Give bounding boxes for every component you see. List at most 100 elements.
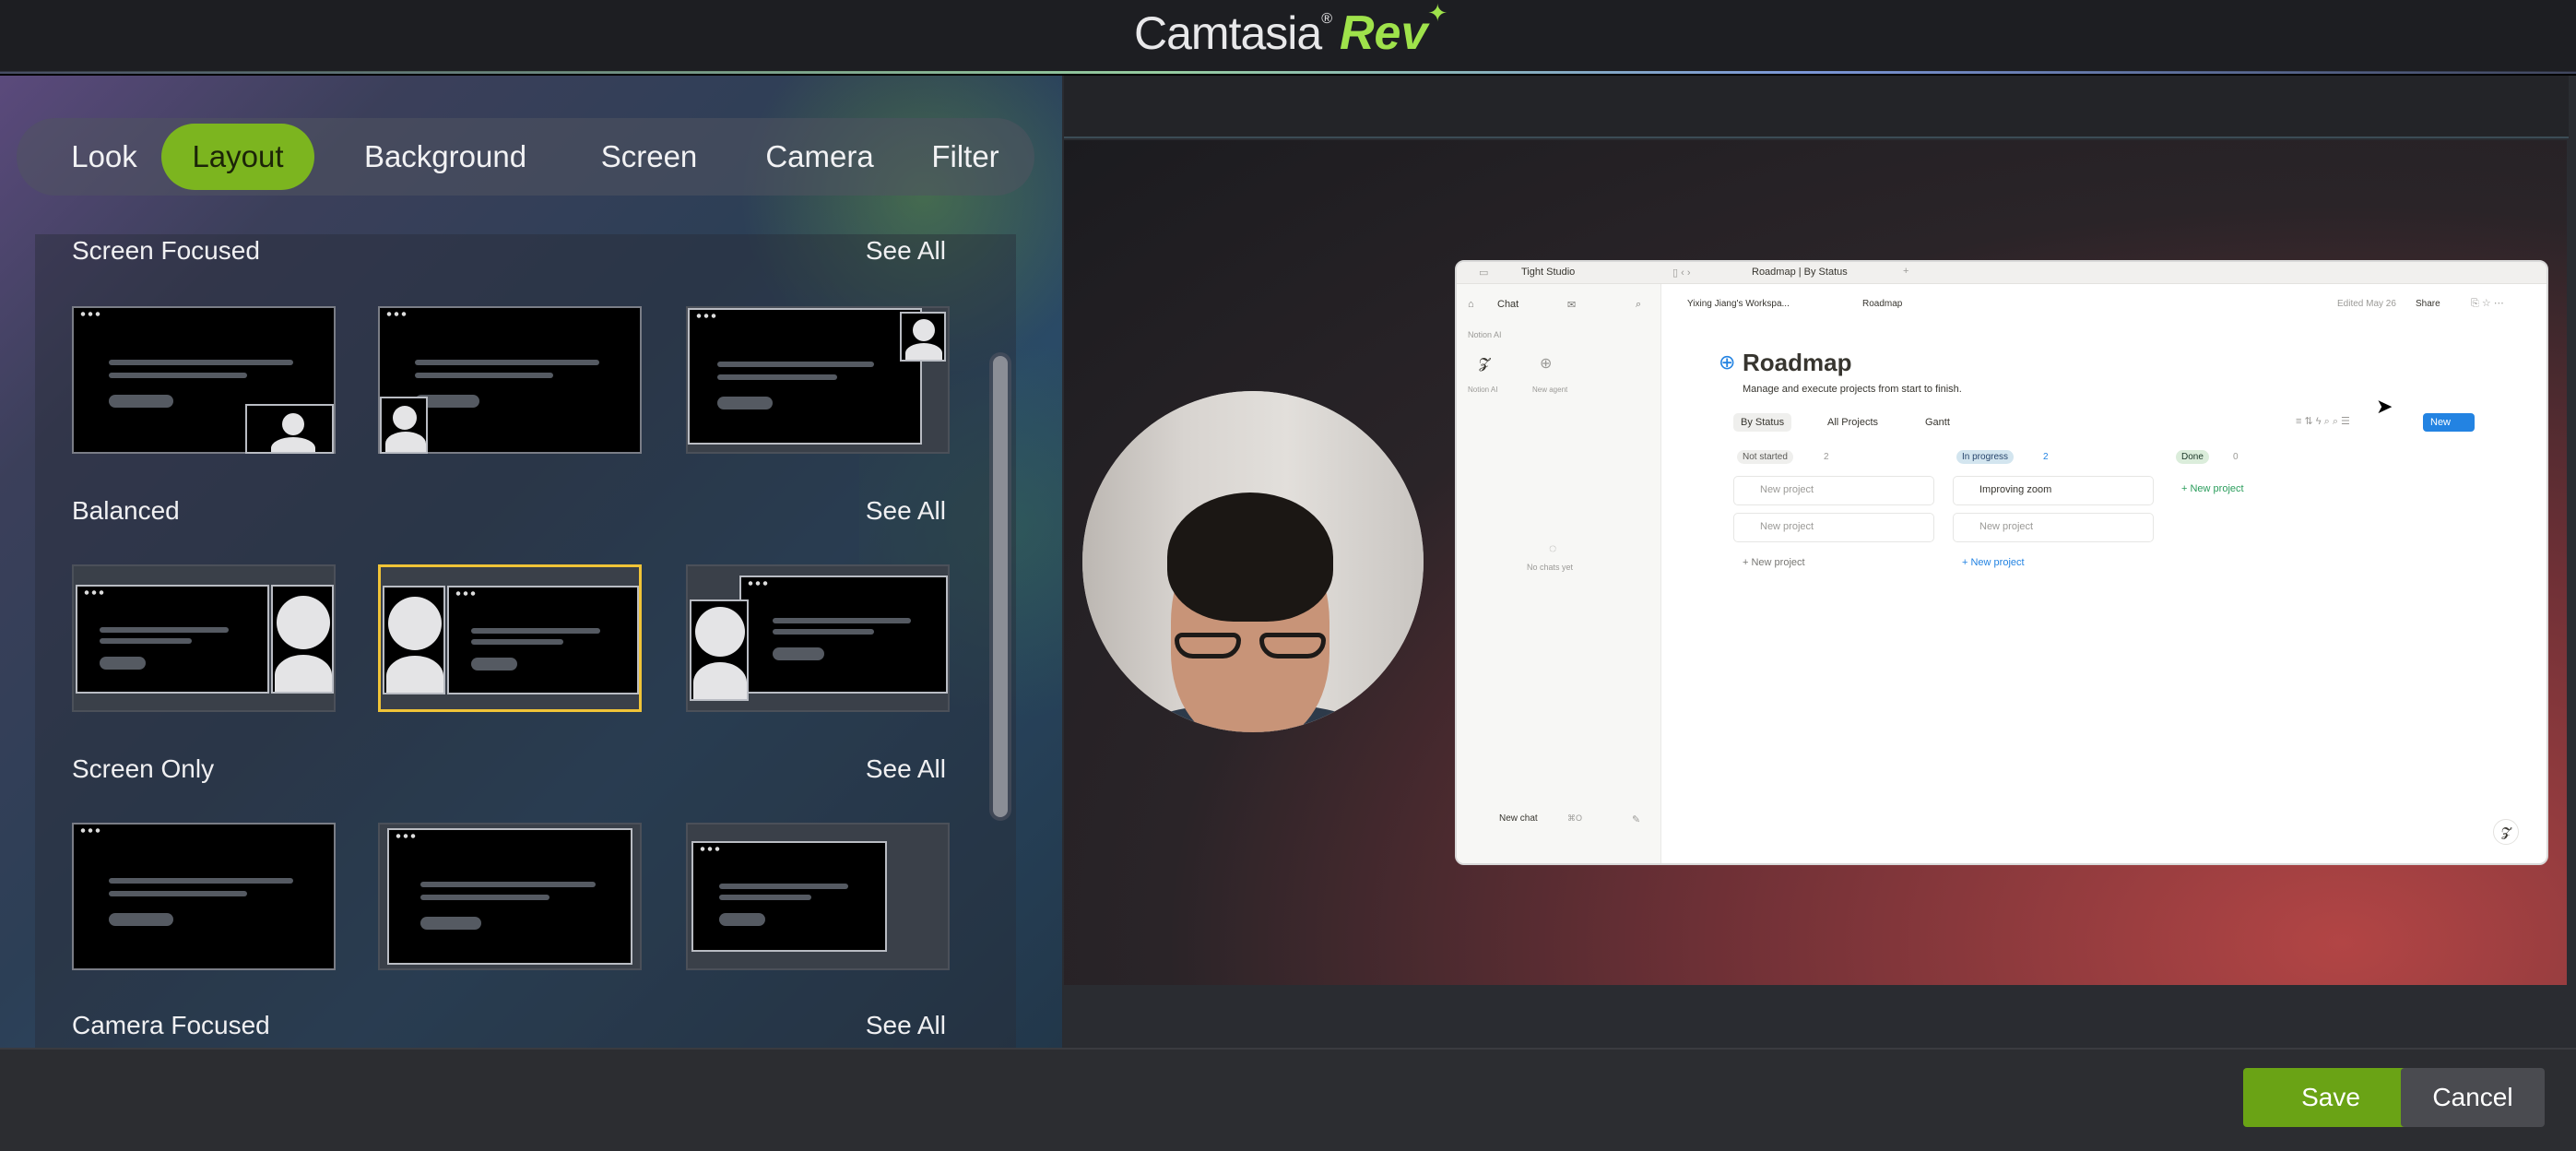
workspace-name: Tight Studio bbox=[1521, 267, 1576, 278]
layout-thumb-balanced-cam-overlap[interactable] bbox=[686, 564, 950, 712]
layout-library: Screen Focused See All Balanced See All … bbox=[35, 234, 1016, 1048]
inbox-icon: ✉ bbox=[1567, 300, 1577, 311]
tab-layout[interactable]: Layout bbox=[161, 124, 314, 190]
thumb-screen bbox=[387, 828, 632, 965]
layout-thumb-screen-cam-top-right[interactable] bbox=[686, 306, 950, 454]
thumb-camera bbox=[271, 585, 334, 694]
layout-panel: Look Layout Background Screen Camera Fil… bbox=[0, 76, 1062, 1048]
no-chats-text: No chats yet bbox=[1527, 563, 1574, 572]
column-not-started: Not started 2 New project New project + … bbox=[1733, 446, 1940, 585]
webcam-hair bbox=[1167, 492, 1333, 622]
search-icon: ⌕ bbox=[1636, 299, 1642, 310]
breadcrumb-page: Roadmap bbox=[1862, 299, 1903, 309]
preview-panel: ▭ Tight Studio ▯ ‹ › Roadmap | By Status… bbox=[1062, 76, 2576, 1048]
title-bar: Camtasia ® Rev ✦ bbox=[0, 0, 2576, 74]
roadmap-icon: ⊕ bbox=[1719, 350, 1736, 374]
thumb-screen bbox=[688, 308, 922, 445]
tab-background[interactable]: Background bbox=[335, 118, 556, 196]
title-glow-divider bbox=[0, 71, 2576, 74]
screen-recording-notion[interactable]: ▭ Tight Studio ▯ ‹ › Roadmap | By Status… bbox=[1455, 260, 2548, 865]
add-project-link: + New project bbox=[1962, 557, 2025, 568]
tab-screen[interactable]: Screen bbox=[566, 118, 732, 196]
status-badge: Done bbox=[2176, 450, 2209, 464]
layout-thumb-screen-only-inset[interactable] bbox=[378, 823, 642, 970]
see-all-screen-only[interactable]: See All bbox=[866, 754, 946, 784]
save-button[interactable]: Save bbox=[2243, 1068, 2418, 1127]
tab-camera[interactable]: Camera bbox=[732, 118, 907, 196]
add-project-link: + New project bbox=[2181, 483, 2244, 494]
preview-toolbar-area bbox=[1064, 76, 2569, 138]
panel-tabs: Look Layout Background Screen Camera Fil… bbox=[17, 118, 1034, 196]
layout-thumb-screen-only-full[interactable] bbox=[72, 823, 336, 970]
action-bar: Save Cancel bbox=[0, 1048, 2576, 1151]
column-in-progress: In progress 2 Improving zoom New project… bbox=[1953, 446, 2159, 585]
nav-arrows-icon: ▯ ‹ › bbox=[1672, 267, 1691, 279]
thumb-screen bbox=[74, 825, 334, 968]
section-title-camera-focused: Camera Focused bbox=[72, 1011, 270, 1039]
project-card: New project bbox=[1953, 513, 2154, 542]
view-all-projects: All Projects bbox=[1827, 417, 1879, 428]
see-all-screen-focused[interactable]: See All bbox=[866, 236, 946, 266]
layout-thumb-screen-cam-bottom-left[interactable] bbox=[378, 306, 642, 454]
layout-thumb-balanced-cam-right[interactable] bbox=[72, 564, 336, 712]
thumb-camera bbox=[380, 397, 428, 454]
breadcrumb-workspace: Yixing Jiang's Workspa... bbox=[1687, 299, 1790, 309]
sparkle-icon: ✦ bbox=[1427, 0, 1448, 27]
status-count: 2 bbox=[1824, 452, 1829, 462]
logo-brand: Camtasia bbox=[1134, 7, 1322, 59]
preview-footer-area bbox=[1062, 985, 2576, 1048]
see-all-balanced[interactable]: See All bbox=[866, 496, 946, 526]
notion-tabbar: ▭ Tight Studio ▯ ‹ › Roadmap | By Status… bbox=[1457, 262, 2546, 284]
thumb-camera bbox=[900, 312, 946, 362]
share-button: Share bbox=[2416, 299, 2440, 309]
view-gantt: Gantt bbox=[1925, 417, 1950, 428]
notion-page-subtitle: Manage and execute projects from start t… bbox=[1743, 384, 1962, 395]
status-count: 2 bbox=[2043, 452, 2049, 462]
layout-thumb-screen-only-small[interactable] bbox=[686, 823, 950, 970]
column-done: Done 0 + New project bbox=[2172, 446, 2379, 585]
database-tool-icons: ≡ ⇅ ϟ ⌕ ⌕ ☰ bbox=[2296, 416, 2350, 427]
tab-filter[interactable]: Filter bbox=[905, 118, 1025, 196]
new-agent-label: New agent bbox=[1532, 386, 1568, 394]
camtasia-rev-logo: Camtasia ® Rev ✦ bbox=[1134, 0, 1448, 61]
section-title-screen-only: Screen Only bbox=[72, 754, 215, 783]
library-scrollbar-thumb[interactable] bbox=[993, 356, 1008, 817]
mouse-cursor-icon: ➤ bbox=[2376, 395, 2393, 418]
new-chat-shortcut: ⌘O bbox=[1567, 813, 1583, 823]
edited-date: Edited May 26 bbox=[2337, 299, 2396, 309]
sidebar-toggle-icon: ▭ bbox=[1479, 267, 1489, 279]
section-title-balanced: Balanced bbox=[72, 496, 180, 525]
tab-look[interactable]: Look bbox=[26, 118, 183, 196]
status-count: 0 bbox=[2233, 452, 2239, 462]
notion-tab-title: Roadmap | By Status bbox=[1752, 267, 1848, 278]
section-title-screen-focused: Screen Focused bbox=[72, 236, 260, 265]
logo-product: Rev bbox=[1339, 6, 1428, 60]
see-all-camera-focused[interactable]: See All bbox=[866, 1011, 946, 1040]
project-card: New project bbox=[1733, 476, 1934, 505]
new-tab-icon: + bbox=[1903, 266, 1909, 277]
webcam-glasses bbox=[1171, 633, 1329, 660]
thumb-screen bbox=[739, 576, 948, 694]
status-badge: In progress bbox=[1956, 450, 2015, 464]
page-actions-icons: ⎘ ☆ ⋯ bbox=[2471, 298, 2504, 309]
library-scrollbar[interactable] bbox=[989, 352, 1011, 821]
chat-tab: Chat bbox=[1497, 299, 1519, 310]
thumb-camera bbox=[383, 586, 445, 694]
notion-ai-header: Notion AI bbox=[1468, 330, 1502, 339]
thumb-screen bbox=[691, 841, 887, 952]
notion-sidebar: ⌂ Chat ✉ ⌕ Notion AI 𝓩 Notion AI ⊕ New a… bbox=[1457, 284, 1661, 863]
logo-registered-mark: ® bbox=[1321, 11, 1332, 27]
cancel-button[interactable]: Cancel bbox=[2401, 1068, 2545, 1127]
project-card: Improving zoom bbox=[1953, 476, 2154, 505]
database-new-button: New bbox=[2423, 413, 2475, 432]
preview-canvas[interactable]: ▭ Tight Studio ▯ ‹ › Roadmap | By Status… bbox=[1064, 140, 2567, 985]
compose-icon: ✎ bbox=[1632, 814, 1641, 825]
webcam-overlay[interactable] bbox=[1082, 391, 1424, 732]
layout-thumb-balanced-cam-left[interactable] bbox=[378, 564, 642, 712]
status-badge: Not started bbox=[1737, 450, 1793, 464]
thumb-camera bbox=[245, 404, 334, 454]
thumb-screen bbox=[447, 586, 639, 694]
project-card: New project bbox=[1733, 513, 1934, 542]
chat-bubble-icon: ◌ bbox=[1549, 540, 1557, 555]
layout-thumb-screen-cam-bottom-right[interactable] bbox=[72, 306, 336, 454]
